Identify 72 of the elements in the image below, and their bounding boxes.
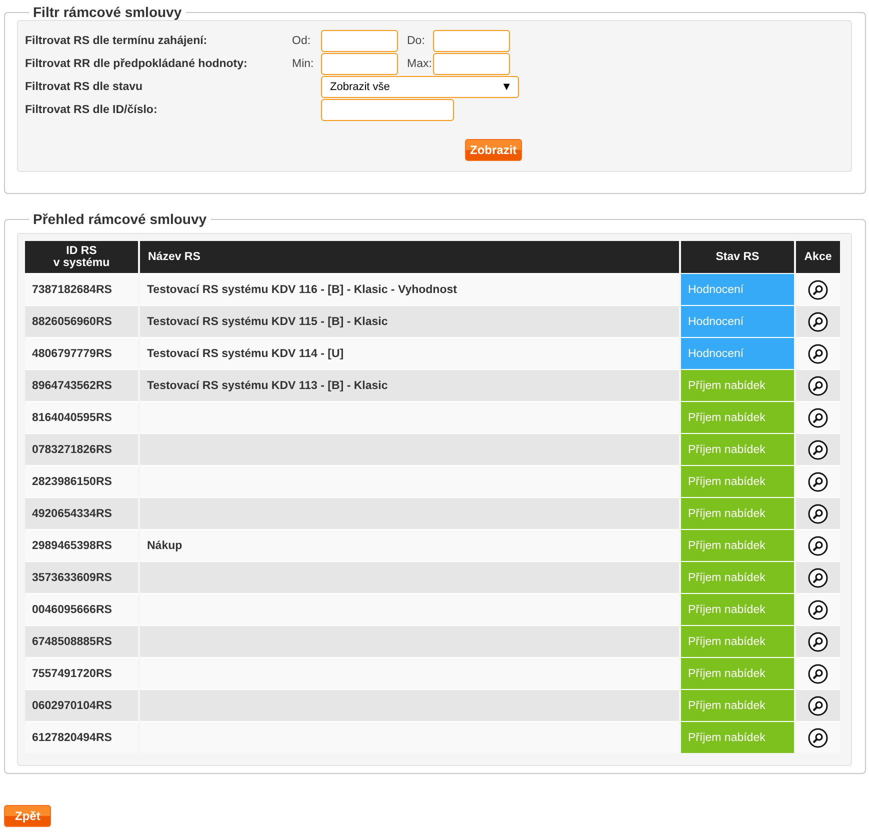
id-cell: 2989465398RS xyxy=(25,529,138,561)
search-icon[interactable] xyxy=(808,376,828,396)
status-cell: Příjem nabídek xyxy=(681,625,794,657)
status-cell: Příjem nabídek xyxy=(681,401,794,433)
status-cell: Příjem nabídek xyxy=(681,657,794,689)
overview-legend: Přehled rámcové smlouvy xyxy=(29,211,211,227)
status-cell: Příjem nabídek xyxy=(681,721,794,753)
search-icon[interactable] xyxy=(808,472,828,492)
status-cell: Příjem nabídek xyxy=(681,529,794,561)
id-cell: 6127820494RS xyxy=(25,721,138,753)
input-field[interactable] xyxy=(433,30,510,52)
id-cell: 3573633609RS xyxy=(25,561,138,593)
id-cell: 7387182684RS xyxy=(25,273,138,305)
column-header: Název RS xyxy=(140,241,679,273)
id-cell: 8164040595RS xyxy=(25,401,138,433)
status-cell: Příjem nabídek xyxy=(681,465,794,497)
search-icon[interactable] xyxy=(808,312,828,332)
status-dropdown[interactable]: Zobrazit vše ▼ xyxy=(321,76,519,98)
filter-label: Filtrovat RR dle předpokládané hodnoty: xyxy=(25,58,248,70)
status-cell: Příjem nabídek xyxy=(681,369,794,401)
search-icon[interactable] xyxy=(808,728,828,748)
status-cell: Příjem nabídek xyxy=(681,689,794,721)
range-label: Do: xyxy=(407,34,426,46)
id-cell: 4806797779RS xyxy=(25,337,138,369)
search-icon[interactable] xyxy=(808,664,828,684)
search-icon[interactable] xyxy=(808,536,828,556)
range-label: Min: xyxy=(292,58,315,70)
name-cell: Testovací RS systému KDV 116 - [B] - Klasic - Vyhodnost xyxy=(140,273,679,305)
show-button[interactable]: Zobrazit xyxy=(465,139,522,161)
id-cell: 4920654334RS xyxy=(25,497,138,529)
column-header: ID RS v systému xyxy=(25,241,138,273)
id-cell: 6748508885RS xyxy=(25,625,138,657)
id-cell: 8826056960RS xyxy=(25,305,138,337)
input-field[interactable] xyxy=(321,30,398,52)
id-cell: 7557491720RS xyxy=(25,657,138,689)
filter-label: Filtrovat RS dle ID/číslo: xyxy=(25,104,158,116)
status-cell: Příjem nabídek xyxy=(681,593,794,625)
filter-legend: Filtr rámcové smlouvy xyxy=(29,4,186,20)
id-cell: 2823986150RS xyxy=(25,465,138,497)
filter-label: Filtrovat RS dle termínu zahájení: xyxy=(25,34,208,46)
status-cell: Hodnocení xyxy=(681,337,794,369)
search-icon[interactable] xyxy=(808,440,828,460)
status-cell: Příjem nabídek xyxy=(681,433,794,465)
input-field[interactable] xyxy=(321,98,454,120)
search-icon[interactable] xyxy=(808,344,828,364)
status-cell: Příjem nabídek xyxy=(681,561,794,593)
name-cell: Nákup xyxy=(140,529,679,561)
id-cell: 8964743562RS xyxy=(25,369,138,401)
status-cell: Hodnocení xyxy=(681,305,794,337)
input-field[interactable] xyxy=(433,52,510,74)
search-icon[interactable] xyxy=(808,696,828,716)
filter-label: Filtrovat RS dle stavu xyxy=(25,80,144,92)
input-field[interactable] xyxy=(321,52,398,74)
name-cell: Testovací RS systému KDV 115 - [B] - Klasic xyxy=(140,305,679,337)
column-header: Stav RS xyxy=(681,241,794,273)
search-icon[interactable] xyxy=(808,600,828,620)
name-cell: Testovací RS systému KDV 114 - [U] xyxy=(140,337,679,369)
id-cell: 0783271826RS xyxy=(25,433,138,465)
range-label: Od: xyxy=(292,34,312,46)
status-cell: Příjem nabídek xyxy=(681,497,794,529)
name-cell: Testovací RS systému KDV 113 - [B] - Klasic xyxy=(140,369,679,401)
search-icon[interactable] xyxy=(808,408,828,428)
id-cell: 0046095666RS xyxy=(25,593,138,625)
range-label: Max: xyxy=(407,58,433,70)
search-icon[interactable] xyxy=(808,568,828,588)
search-icon[interactable] xyxy=(808,632,828,652)
column-header: Akce xyxy=(796,241,840,273)
status-cell: Hodnocení xyxy=(681,273,794,305)
back-button[interactable]: Zpět xyxy=(4,805,52,827)
search-icon[interactable] xyxy=(808,280,828,300)
search-icon[interactable] xyxy=(808,504,828,524)
id-cell: 0602970104RS xyxy=(25,689,138,721)
